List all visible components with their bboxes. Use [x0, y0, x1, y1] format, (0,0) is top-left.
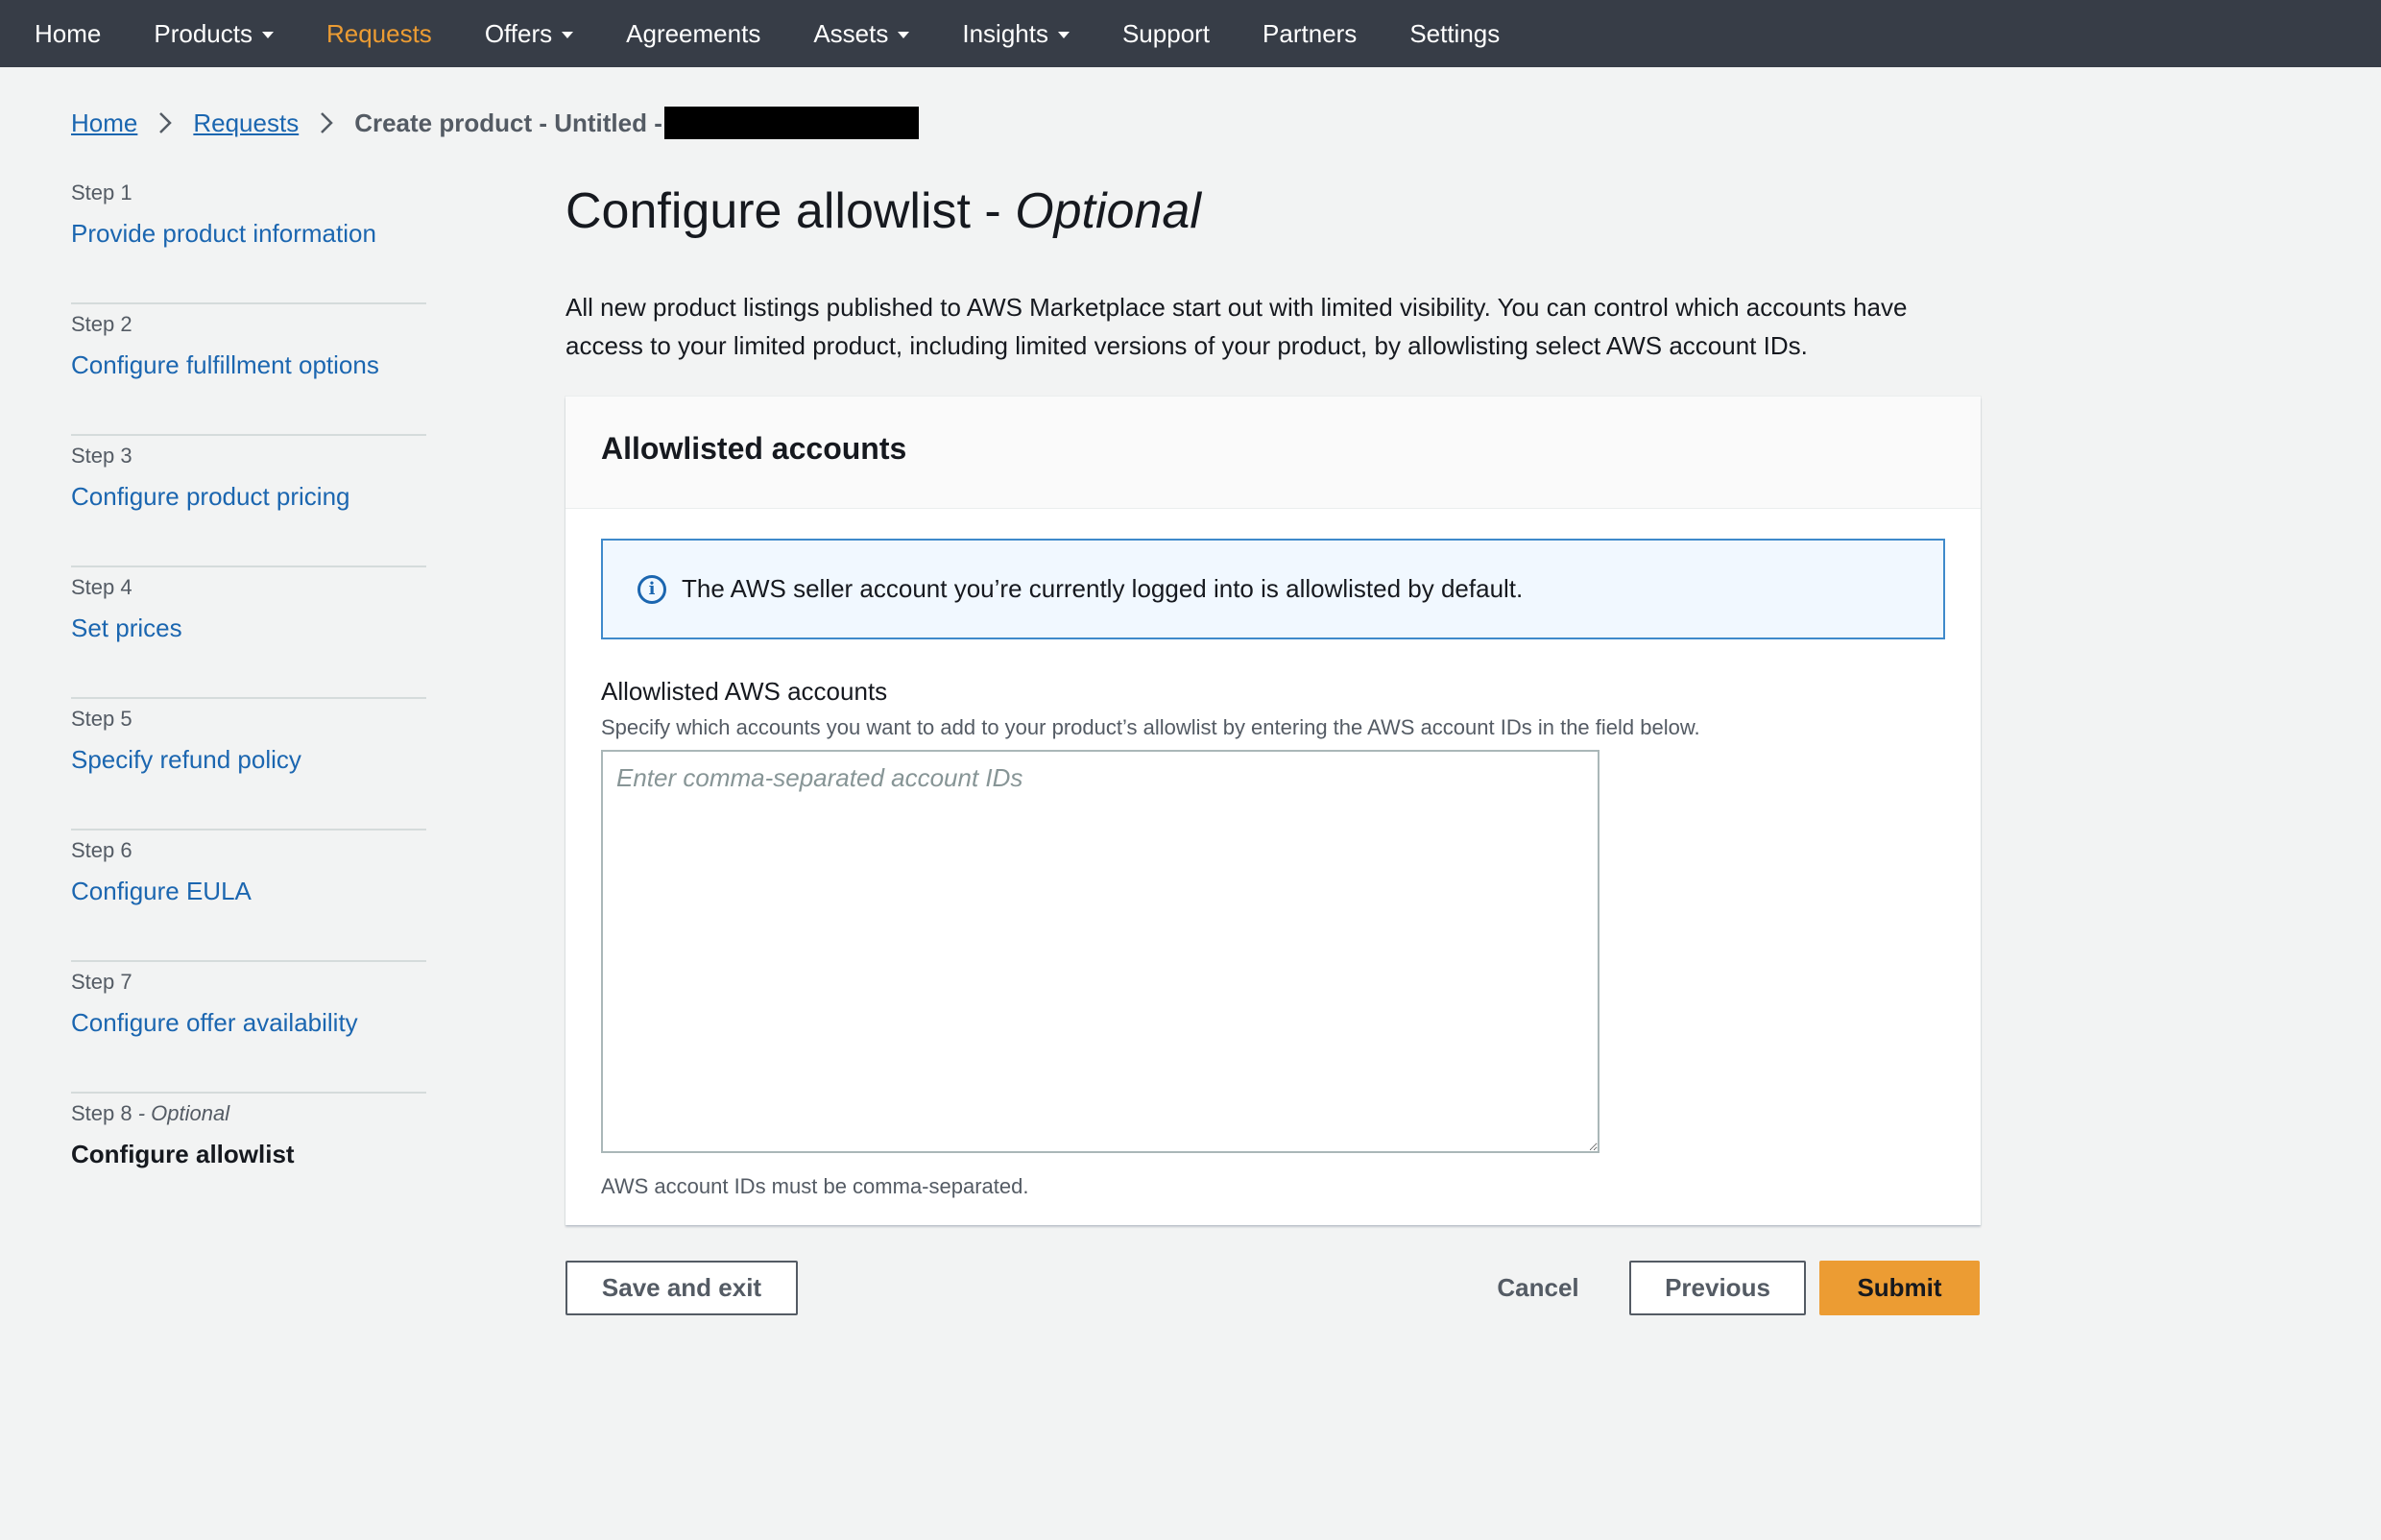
chevron-right-icon	[158, 111, 173, 134]
step-link-configure-product-pricing[interactable]: Configure product pricing	[71, 482, 426, 512]
nav-agreements[interactable]: Agreements	[626, 19, 760, 49]
wizard-step-5: Step 5 Specify refund policy	[71, 699, 426, 830]
panel-title: Allowlisted accounts	[601, 431, 907, 466]
step-number: Step 6	[71, 838, 132, 862]
step-link-configure-offer-availability[interactable]: Configure offer availability	[71, 1008, 426, 1038]
nav-agreements-label: Agreements	[626, 18, 761, 48]
step-number: Step 2	[71, 312, 132, 336]
nav-partners[interactable]: Partners	[1263, 19, 1357, 49]
step-link-configure-eula[interactable]: Configure EULA	[71, 877, 426, 906]
step-current-configure-allowlist: Configure allowlist	[71, 1140, 295, 1168]
caret-down-icon	[898, 31, 910, 38]
field-description: Specify which accounts you want to add t…	[601, 715, 1700, 739]
wizard-steps: Step 1 Provide product information Step …	[71, 173, 426, 1225]
nav-insights-label: Insights	[962, 18, 1048, 48]
redaction-bar	[663, 107, 919, 139]
nav-offers-label: Offers	[484, 18, 553, 48]
field-constraint-text: AWS account IDs must be comma-separated.	[601, 1174, 1029, 1198]
nav-requests[interactable]: Requests	[326, 19, 432, 49]
breadcrumb: Home Requests Create product - Untitled …	[71, 104, 919, 142]
main-content: Configure allowlist - Optional All new p…	[565, 173, 1981, 365]
nav-assets-label: Assets	[813, 18, 889, 48]
nav-settings[interactable]: Settings	[1409, 19, 1500, 49]
nav-assets[interactable]: Assets	[813, 18, 910, 49]
step-number: Step 5	[71, 707, 132, 731]
wizard-step-4: Step 4 Set prices	[71, 567, 426, 699]
step-number: Step 7	[71, 970, 132, 994]
nav-settings-label: Settings	[1409, 18, 1501, 48]
nav-support-label: Support	[1121, 18, 1211, 48]
info-alert-text: The AWS seller account you’re currently …	[682, 574, 1524, 603]
nav-offers[interactable]: Offers	[484, 18, 574, 49]
step-number: Step 3	[71, 444, 132, 468]
breadcrumb-requests-link[interactable]: Requests	[193, 108, 299, 138]
wizard-step-1: Step 1 Provide product information	[71, 173, 426, 304]
caret-down-icon	[562, 31, 574, 38]
nav-home[interactable]: Home	[35, 19, 101, 49]
nav-partners-label: Partners	[1263, 18, 1358, 48]
wizard-step-2: Step 2 Configure fulfillment options	[71, 304, 426, 436]
step-number: Step 4	[71, 575, 132, 599]
info-alert: i The AWS seller account you’re currentl…	[601, 539, 1945, 639]
wizard-step-7: Step 7 Configure offer availability	[71, 962, 426, 1094]
info-circle-icon: i	[637, 574, 666, 604]
panel-header: Allowlisted accounts	[565, 397, 1981, 509]
chevron-right-icon	[320, 111, 333, 134]
cancel-button[interactable]: Cancel	[1479, 1261, 1598, 1315]
nav-insights[interactable]: Insights	[962, 19, 1070, 49]
page-description: All new product listings published to AW…	[565, 293, 1908, 360]
step-number: Step 1	[71, 180, 132, 205]
page-title: Configure allowlist - Optional	[565, 183, 1201, 239]
wizard-step-6: Step 6 Configure EULA	[71, 830, 426, 962]
allowlist-panel: Allowlisted accounts i The AWS seller ac…	[565, 397, 1981, 1225]
step-number: Step 8 - Optional	[71, 1101, 230, 1125]
account-ids-textarea[interactable]	[601, 750, 1599, 1153]
previous-button[interactable]: Previous	[1629, 1261, 1806, 1315]
caret-down-icon	[261, 31, 274, 38]
step-link-configure-fulfillment-options[interactable]: Configure fulfillment options	[71, 350, 426, 380]
wizard-step-8: Step 8 - Optional Configure allowlist	[71, 1094, 426, 1225]
breadcrumb-home-link[interactable]: Home	[71, 108, 137, 138]
step-link-provide-product-information[interactable]: Provide product information	[71, 219, 426, 249]
nav-requests-label: Requests	[325, 18, 432, 48]
breadcrumb-current: Create product - Untitled -	[354, 108, 662, 137]
nav-support[interactable]: Support	[1122, 19, 1210, 49]
nav-home-label: Home	[35, 18, 102, 48]
step-link-set-prices[interactable]: Set prices	[71, 614, 426, 643]
top-navigation: Home Products Requests Offers Agreements…	[0, 0, 2381, 67]
submit-button[interactable]: Submit	[1819, 1261, 1980, 1315]
nav-products-label: Products	[154, 18, 253, 48]
caret-down-icon	[1057, 31, 1070, 38]
field-label: Allowlisted AWS accounts	[601, 677, 888, 706]
save-and-exit-button[interactable]: Save and exit	[565, 1261, 798, 1315]
wizard-step-3: Step 3 Configure product pricing	[71, 436, 426, 567]
step-link-specify-refund-policy[interactable]: Specify refund policy	[71, 745, 426, 775]
nav-products[interactable]: Products	[154, 19, 274, 49]
